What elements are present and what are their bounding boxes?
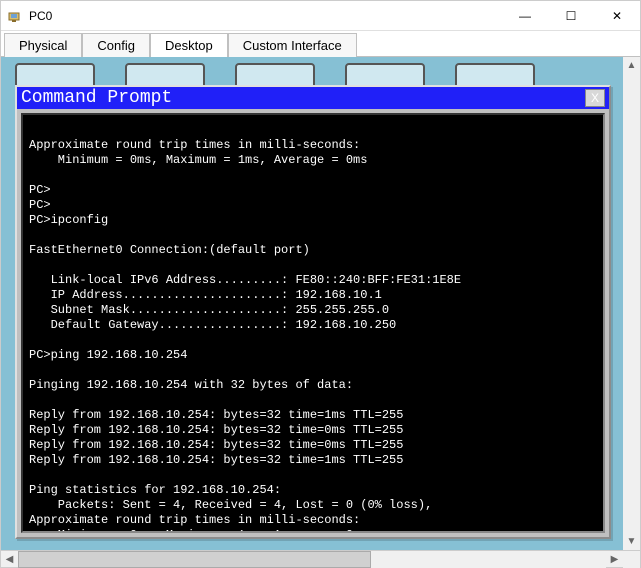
app-window: PC0 — ☐ ✕ Physical Config Desktop Custom…	[0, 0, 641, 568]
command-prompt-close-button[interactable]: X	[585, 89, 605, 107]
scroll-down-button[interactable]: ▼	[623, 533, 640, 550]
scroll-up-button[interactable]: ▲	[623, 57, 640, 74]
tab-bar: Physical Config Desktop Custom Interface	[1, 31, 640, 57]
scroll-right-button[interactable]: ▶	[606, 551, 623, 568]
command-prompt-output[interactable]: Approximate round trip times in milli-se…	[21, 113, 605, 533]
vertical-scrollbar[interactable]: ▲ ▼	[623, 57, 640, 550]
app-title: PC0	[29, 9, 502, 23]
maximize-button[interactable]: ☐	[548, 1, 594, 30]
minimize-button[interactable]: —	[502, 1, 548, 30]
command-prompt-window: Command Prompt X Approximate round trip …	[15, 85, 611, 539]
scroll-track[interactable]	[18, 551, 606, 568]
tab-physical[interactable]: Physical	[4, 33, 82, 57]
window-controls: — ☐ ✕	[502, 1, 640, 30]
tab-desktop[interactable]: Desktop	[150, 33, 228, 57]
close-button[interactable]: ✕	[594, 1, 640, 30]
tab-config[interactable]: Config	[82, 33, 150, 57]
app-icon	[7, 8, 23, 24]
command-prompt-titlebar[interactable]: Command Prompt X	[17, 87, 609, 109]
horizontal-scrollbar[interactable]: ◀ ▶	[1, 550, 640, 567]
scroll-thumb[interactable]	[18, 551, 371, 568]
command-prompt-title: Command Prompt	[21, 88, 585, 108]
titlebar: PC0 — ☐ ✕	[1, 1, 640, 31]
scroll-left-button[interactable]: ◀	[1, 551, 18, 568]
tab-custom-interface[interactable]: Custom Interface	[228, 33, 357, 57]
desktop-content: Command Prompt X Approximate round trip …	[1, 57, 623, 550]
